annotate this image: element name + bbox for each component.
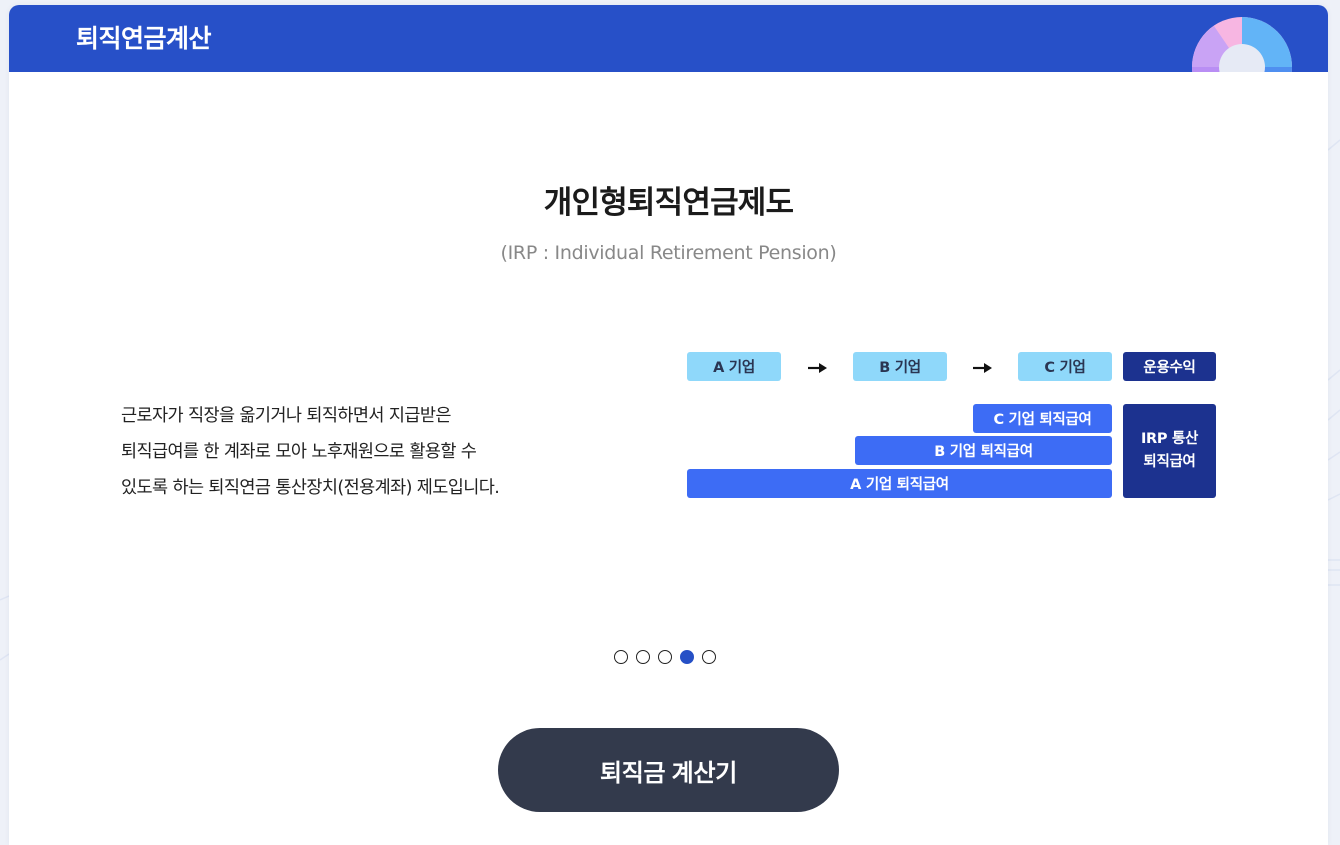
company-b-box: B 기업 xyxy=(853,352,947,381)
slide-title: 개인형퇴직연금제도 xyxy=(543,185,794,221)
description-line: 퇴직급여를 한 계좌로 모아 노후재원으로 활용할 수 xyxy=(121,442,477,462)
benefit-bar-c: C 기업 퇴직급여 xyxy=(973,404,1112,433)
benefit-bar-b: B 기업 퇴직급여 xyxy=(855,436,1112,465)
description-line: 근로자가 직장을 옮기거나 퇴직하면서 지급받은 xyxy=(121,406,451,426)
irp-total-label-line: IRP 통산 xyxy=(1140,431,1199,447)
pie-chart-icon xyxy=(1192,17,1292,72)
company-c-box: C 기업 xyxy=(1018,352,1112,381)
returns-box: 운용수익 xyxy=(1123,352,1216,381)
carousel-dot[interactable] xyxy=(702,650,716,664)
carousel-dot[interactable] xyxy=(658,650,672,664)
retirement-calculator-button[interactable]: 퇴직금 계산기 xyxy=(498,728,839,812)
header-bar: 퇴직연금계산 xyxy=(9,5,1328,72)
carousel-dot[interactable] xyxy=(636,650,650,664)
irp-total-box: IRP 통산 퇴직급여 xyxy=(1123,404,1216,498)
slide-description: 근로자가 직장을 옮기거나 퇴직하면서 지급받은 퇴직급여를 한 계좌로 모아 … xyxy=(121,398,561,506)
irp-total-label-line: 퇴직급여 xyxy=(1143,454,1196,470)
page-title: 퇴직연금계산 xyxy=(76,24,212,53)
description-line: 있도록 하는 퇴직연금 통산장치(전용계좌) 제도입니다. xyxy=(121,478,500,498)
arrow-right-icon xyxy=(973,363,992,373)
irp-diagram: A 기업 B 기업 C 기업 운용수익 C 기업 퇴직급여 B 기업 퇴직급여 … xyxy=(687,352,1219,498)
company-a-box: A 기업 xyxy=(687,352,781,381)
benefit-bar-a: A 기업 퇴직급여 xyxy=(687,469,1112,498)
carousel-dot-active[interactable] xyxy=(680,650,694,664)
carousel-indicator xyxy=(614,650,716,666)
carousel-dot[interactable] xyxy=(614,650,628,664)
main-card: 퇴직연금계산 개인형퇴직연금제도 (IRP : Individual Retir… xyxy=(9,5,1328,845)
slide-subtitle: (IRP : Individual Retirement Pension) xyxy=(500,242,837,264)
arrow-right-icon xyxy=(808,363,827,373)
